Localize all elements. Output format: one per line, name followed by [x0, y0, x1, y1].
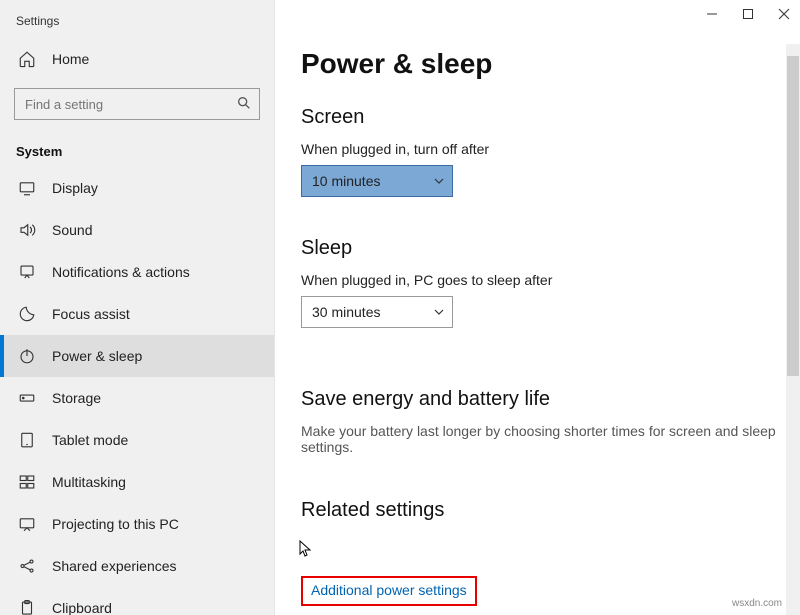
sleep-heading: Sleep	[301, 237, 800, 260]
sidebar-item-label: Clipboard	[52, 600, 112, 615]
page-title: Power & sleep	[301, 48, 800, 80]
sidebar-item-storage[interactable]: Storage	[0, 377, 274, 419]
screen-timeout-dropdown[interactable]: 10 minutes	[301, 165, 453, 197]
sidebar-item-notifications[interactable]: Notifications & actions	[0, 251, 274, 293]
sound-icon	[18, 221, 36, 239]
chevron-down-icon	[434, 176, 444, 186]
home-icon	[18, 50, 36, 68]
sidebar-item-label: Notifications & actions	[52, 264, 190, 280]
home-button[interactable]: Home	[0, 40, 274, 78]
power-icon	[18, 347, 36, 365]
maximize-button[interactable]	[742, 8, 754, 20]
search-wrap	[14, 88, 260, 120]
sidebar-item-clipboard[interactable]: Clipboard	[0, 587, 274, 615]
sidebar-item-label: Sound	[52, 222, 92, 238]
sidebar-item-sound[interactable]: Sound	[0, 209, 274, 251]
app-title: Settings	[0, 10, 274, 40]
main-content: Power & sleep Screen When plugged in, tu…	[275, 0, 800, 615]
display-icon	[18, 179, 36, 197]
save-energy-desc: Make your battery last longer by choosin…	[301, 423, 800, 455]
sidebar-item-label: Display	[52, 180, 98, 196]
related-heading: Related settings	[301, 499, 444, 522]
sleep-timeout-value: 30 minutes	[312, 304, 380, 320]
scrollbar[interactable]	[786, 44, 800, 615]
search-icon	[236, 95, 252, 111]
clipboard-icon	[18, 599, 36, 615]
sidebar-item-label: Power & sleep	[52, 348, 142, 364]
highlight-box: Additional power settings	[301, 576, 477, 606]
close-button[interactable]	[778, 8, 790, 20]
cursor-icon	[299, 540, 313, 558]
focus-icon	[18, 305, 36, 323]
chevron-down-icon	[434, 307, 444, 317]
scrollbar-thumb[interactable]	[787, 56, 799, 376]
sidebar-item-label: Projecting to this PC	[52, 516, 179, 532]
shared-icon	[18, 557, 36, 575]
sidebar-item-projecting[interactable]: Projecting to this PC	[0, 503, 274, 545]
sidebar-item-tablet[interactable]: Tablet mode	[0, 419, 274, 461]
notifications-icon	[18, 263, 36, 281]
window-controls	[706, 8, 790, 20]
sleep-timeout-dropdown[interactable]: 30 minutes	[301, 296, 453, 328]
nav-list: Display Sound Notifications & actions Fo…	[0, 167, 274, 615]
search-input[interactable]	[14, 88, 260, 120]
sidebar-item-label: Tablet mode	[52, 432, 128, 448]
multitasking-icon	[18, 473, 36, 491]
sidebar-item-label: Shared experiences	[52, 558, 177, 574]
tablet-icon	[18, 431, 36, 449]
screen-timeout-value: 10 minutes	[312, 173, 380, 189]
screen-heading: Screen	[301, 106, 800, 129]
sidebar-item-multitasking[interactable]: Multitasking	[0, 461, 274, 503]
sidebar-item-power[interactable]: Power & sleep	[0, 335, 274, 377]
sidebar-item-shared[interactable]: Shared experiences	[0, 545, 274, 587]
sidebar-item-focus[interactable]: Focus assist	[0, 293, 274, 335]
sidebar: Settings Home System Display Sound Notif…	[0, 0, 275, 615]
watermark: wsxdn.com	[732, 598, 782, 609]
minimize-button[interactable]	[706, 8, 718, 20]
storage-icon	[18, 389, 36, 407]
sleep-label: When plugged in, PC goes to sleep after	[301, 272, 800, 288]
sidebar-item-label: Focus assist	[52, 306, 130, 322]
sidebar-item-display[interactable]: Display	[0, 167, 274, 209]
projecting-icon	[18, 515, 36, 533]
sidebar-item-label: Storage	[52, 390, 101, 406]
additional-power-settings-link[interactable]: Additional power settings	[311, 582, 467, 598]
section-label: System	[0, 134, 274, 167]
screen-label: When plugged in, turn off after	[301, 141, 800, 157]
home-label: Home	[52, 51, 89, 67]
sidebar-item-label: Multitasking	[52, 474, 126, 490]
save-energy-heading: Save energy and battery life	[301, 388, 800, 411]
